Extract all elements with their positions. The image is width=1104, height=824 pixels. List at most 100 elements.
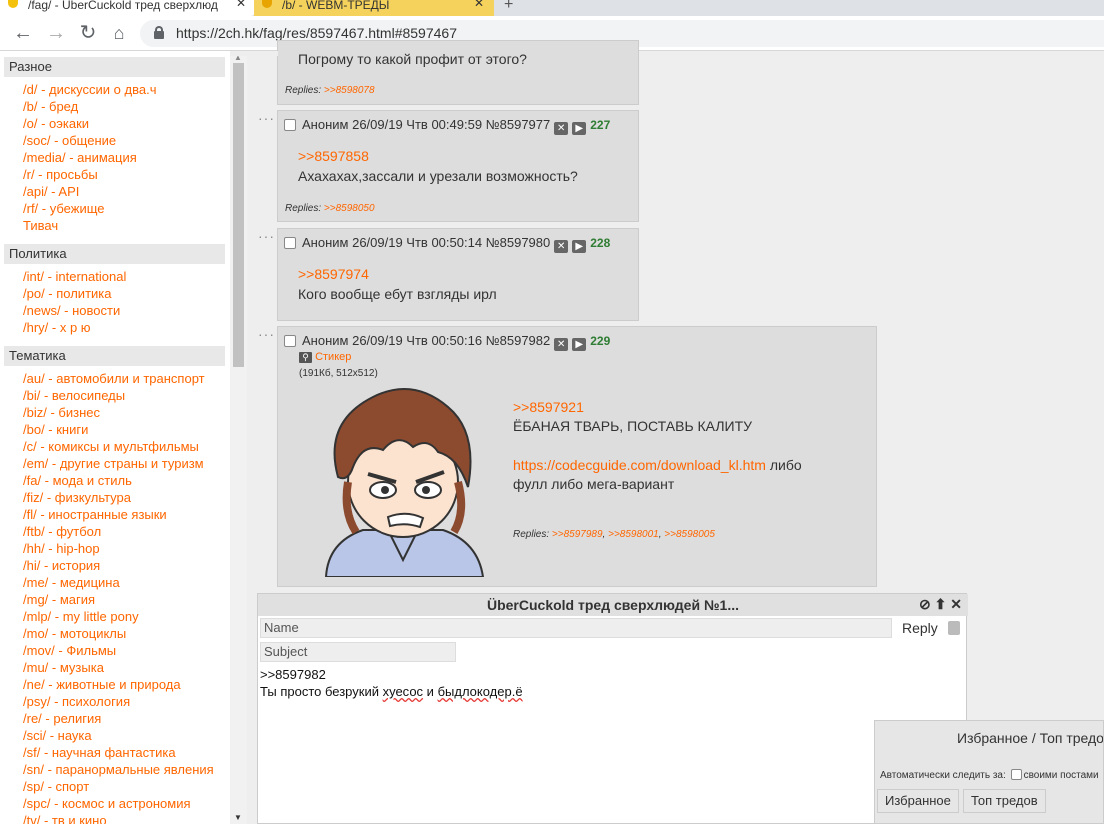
board-link[interactable]: /sf/ - научная фантастика	[23, 744, 176, 761]
reply-ref-link[interactable]: >>8597858	[298, 148, 369, 164]
post-checkbox[interactable]	[284, 335, 296, 347]
board-link[interactable]: /sci/ - наука	[23, 727, 92, 744]
board-link[interactable]: Тивач	[23, 217, 58, 234]
board-link[interactable]: /au/ - автомобили и транспорт	[23, 370, 205, 387]
post-author: Аноним	[302, 235, 349, 250]
board-link[interactable]: /biz/ - бизнес	[23, 404, 100, 421]
scroll-down-icon[interactable]: ▼	[234, 813, 242, 822]
post-menu-icon[interactable]: ···	[258, 110, 275, 126]
reply-link[interactable]: >>8598001	[608, 529, 659, 540]
post-checkbox[interactable]	[284, 119, 296, 131]
home-icon[interactable]: ⌂	[106, 20, 132, 46]
board-link[interactable]: /mg/ - магия	[23, 591, 95, 608]
external-link[interactable]: https://codecguide.com/download_kl.htm	[513, 457, 766, 473]
board-link[interactable]: /hry/ - х р ю	[23, 319, 91, 336]
board-link[interactable]: /mu/ - музыка	[23, 659, 104, 676]
forward-icon[interactable]: →	[43, 20, 69, 46]
board-link[interactable]: /media/ - анимация	[23, 149, 137, 166]
tab-other[interactable]: /b/ - WEBM-ТРЕДЫ ✕	[254, 0, 494, 16]
board-link[interactable]: /sn/ - паранормальные явления	[23, 761, 214, 778]
board-link[interactable]: /me/ - медицина	[23, 574, 120, 591]
board-link[interactable]: /mov/ - Фильмы	[23, 642, 116, 659]
captcha-toggle-icon[interactable]	[948, 621, 960, 635]
post-number[interactable]: №8597980	[486, 235, 551, 250]
board-link[interactable]: /em/ - другие страны и туризм	[23, 455, 204, 472]
post-author: Аноним	[302, 117, 349, 132]
post-text-line: https://codecguide.com/download_kl.htm л…	[513, 457, 802, 473]
post-menu-icon[interactable]: ···	[258, 228, 275, 244]
arrow-up-icon[interactable]: ⬆	[935, 596, 947, 612]
section-header: Тематика	[4, 346, 225, 366]
close-tab-icon[interactable]: ✕	[236, 0, 246, 9]
auto-watch-checkbox[interactable]	[1010, 769, 1022, 780]
post-count: 229	[590, 334, 611, 348]
board-link[interactable]: /sp/ - спорт	[23, 778, 89, 795]
board-link[interactable]: /bo/ - книги	[23, 421, 88, 438]
board-link[interactable]: /b/ - бред	[23, 98, 78, 115]
scrollbar-thumb[interactable]	[233, 63, 244, 367]
block-icon[interactable]: ⊘	[919, 596, 931, 612]
play-icon[interactable]: ▶	[572, 240, 587, 253]
reply-link[interactable]: >>8598078	[324, 85, 375, 96]
close-icon[interactable]: ✕	[950, 596, 962, 612]
top-threads-button[interactable]: Топ тредов	[963, 789, 1046, 813]
post-number[interactable]: №8597982	[486, 333, 551, 348]
name-input[interactable]: Name	[260, 618, 892, 638]
post-text-fragment: либо	[765, 457, 802, 473]
quick-reply-header[interactable]: ÜberCuckold тред сверхлюдей №1... ⊘ ⬆ ✕	[258, 594, 968, 616]
file-link[interactable]: ⚲ Стикер	[299, 351, 351, 363]
play-icon[interactable]: ▶	[572, 338, 587, 351]
board-link[interactable]: /ftb/ - футбол	[23, 523, 101, 540]
reply-link[interactable]: >>8598050	[324, 203, 375, 214]
play-icon[interactable]: ▶	[572, 122, 587, 135]
board-link[interactable]: /spc/ - космос и астрономия	[23, 795, 191, 812]
board-link[interactable]: /d/ - дискуссии о два.ч	[23, 81, 156, 98]
board-link[interactable]: /fl/ - иностранные языки	[23, 506, 167, 523]
reload-icon[interactable]: ↻	[75, 20, 101, 46]
hide-icon[interactable]: ✕	[554, 240, 569, 253]
board-link[interactable]: /mo/ - мотоциклы	[23, 625, 126, 642]
reply-link[interactable]: >>8597989	[552, 529, 603, 540]
board-link[interactable]: /o/ - оэкаки	[23, 115, 89, 132]
new-tab-icon[interactable]: +	[504, 0, 513, 14]
reply-link[interactable]: >>8598005	[664, 529, 715, 540]
subject-input[interactable]: Subject	[260, 642, 456, 662]
post-text: Погрому то какой профит от этого?	[298, 51, 527, 67]
board-link[interactable]: /psy/ - психология	[23, 693, 130, 710]
board-link[interactable]: /po/ - политика	[23, 285, 112, 302]
board-link[interactable]: /hh/ - hip-hop	[23, 540, 100, 557]
post-number[interactable]: №8597977	[486, 117, 551, 132]
board-link[interactable]: /int/ - international	[23, 268, 126, 285]
board-link[interactable]: /fiz/ - физкультура	[23, 489, 131, 506]
board-link[interactable]: /mlp/ - my little pony	[23, 608, 139, 625]
sidebar-scrollbar[interactable]: ▲ ▼	[230, 51, 247, 824]
board-link[interactable]: /news/ - новости	[23, 302, 120, 319]
reply-button[interactable]: Reply	[902, 620, 938, 636]
board-link[interactable]: /tv/ - тв и кино	[23, 812, 107, 824]
board-link[interactable]: /hi/ - история	[23, 557, 100, 574]
board-link[interactable]: /bi/ - велосипеды	[23, 387, 125, 404]
board-link[interactable]: /fa/ - мода и стиль	[23, 472, 132, 489]
post-replies: Replies: >>8598078	[285, 85, 375, 96]
magnifier-icon: ⚲	[299, 352, 312, 363]
post-menu-icon[interactable]: ···	[258, 326, 275, 342]
board-link[interactable]: /rf/ - убежище	[23, 200, 105, 217]
favorites-panel: Избранное / Топ тредов Автоматически сле…	[874, 720, 1104, 824]
back-icon[interactable]: ←	[10, 20, 36, 46]
post-checkbox[interactable]	[284, 237, 296, 249]
board-link[interactable]: /ne/ - животные и природа	[23, 676, 181, 693]
reply-ref-link[interactable]: >>8597974	[298, 266, 369, 282]
board-link[interactable]: /api/ - API	[23, 183, 79, 200]
comment-textarea[interactable]: >>8597982 Ты просто безрукий хуесос и бы…	[260, 666, 966, 816]
tab-current[interactable]: /fag/ - ÜberCuckold тред сверхлюд ✕	[0, 0, 256, 16]
favorites-button[interactable]: Избранное	[877, 789, 959, 813]
hide-icon[interactable]: ✕	[554, 122, 569, 135]
close-tab-icon[interactable]: ✕	[474, 0, 484, 9]
board-link[interactable]: /c/ - комиксы и мультфильмы	[23, 438, 199, 455]
hide-icon[interactable]: ✕	[554, 338, 569, 351]
reply-ref-link[interactable]: >>8597921	[513, 399, 584, 415]
board-link[interactable]: /r/ - просьбы	[23, 166, 98, 183]
sticker-image[interactable]	[318, 382, 488, 577]
board-link[interactable]: /soc/ - общение	[23, 132, 116, 149]
board-link[interactable]: /re/ - религия	[23, 710, 101, 727]
